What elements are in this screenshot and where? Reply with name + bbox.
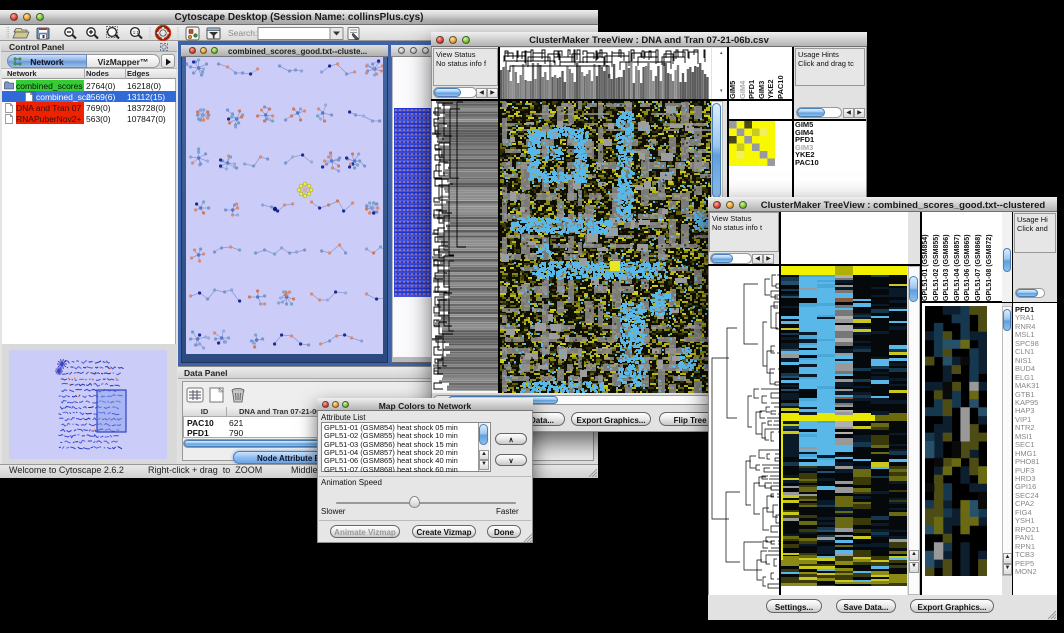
svg-text:Search:: Search: xyxy=(228,28,257,38)
svg-text:1:1: 1:1 xyxy=(133,30,140,35)
